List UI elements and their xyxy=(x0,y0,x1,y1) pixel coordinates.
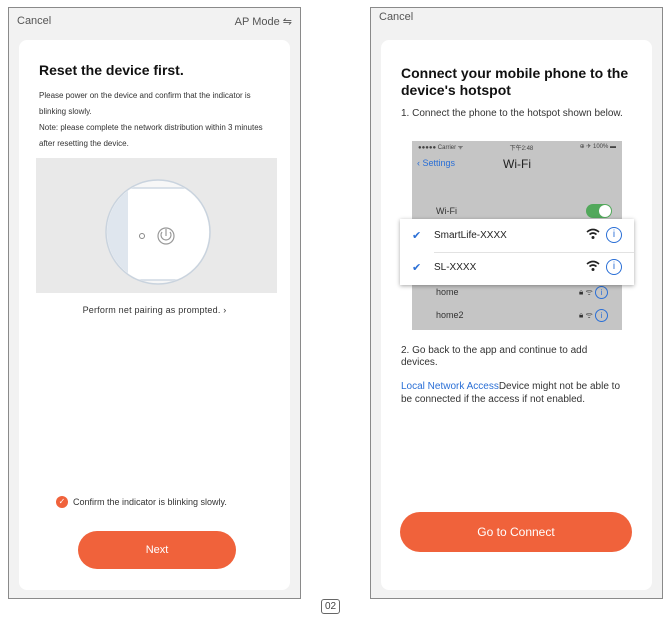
left-phone-screen: Cancel AP Mode ⇋ Reset the device first.… xyxy=(8,7,301,599)
status-bar: ●●●●● Carrier ᯤ 下午2:48 ⊕ ✈ 100% ▬ xyxy=(412,141,622,153)
go-to-connect-button[interactable]: Go to Connect xyxy=(400,512,632,552)
page-title: Reset the device first. xyxy=(39,62,184,78)
wifi-signal-icon xyxy=(586,228,600,239)
wifi-signal-icon xyxy=(586,260,600,271)
battery-text: ⊕ ✈ 100% ▬ xyxy=(579,144,616,150)
right-phone-screen: Cancel Connect your mobile phone to the … xyxy=(370,7,663,599)
page-title: Connect your mobile phone to the device'… xyxy=(401,65,629,98)
page-number: 02 xyxy=(321,599,341,614)
device-illustration xyxy=(36,158,277,293)
instructions: Please power on the device and confirm t… xyxy=(39,88,274,152)
local-network-notice: Local Network AccessDevice might not be … xyxy=(401,380,631,406)
local-network-access-link[interactable]: Local Network Access xyxy=(401,381,499,392)
hotspot-name: SL-XXXX xyxy=(434,262,477,273)
time-text: 下午2:48 xyxy=(509,146,534,152)
step-two-text: 2. Go back to the app and continue to ad… xyxy=(401,345,588,368)
settings-nav: ‹ Settings Wi-Fi xyxy=(412,153,622,175)
pairing-guide-link[interactable]: Perform net pairing as prompted. › xyxy=(19,305,290,315)
network-row: home 🔒︎ ᯤ i xyxy=(412,282,622,302)
wifi-title: Wi-Fi xyxy=(503,157,531,171)
wifi-settings-screenshot: ●●●●● Carrier ᯤ 下午2:48 ⊕ ✈ 100% ▬ ‹ Sett… xyxy=(400,141,634,330)
hotspot-row: ✔ SL-XXXX i xyxy=(400,252,634,284)
wifi-toggle xyxy=(586,204,612,218)
hotspot-row: ✔ SmartLife-XXXX i xyxy=(400,220,634,252)
cancel-button[interactable]: Cancel xyxy=(379,11,413,23)
confirm-checkbox[interactable]: ✓ Confirm the indicator is blinking slow… xyxy=(56,496,227,508)
next-button[interactable]: Next xyxy=(78,531,236,569)
lock-wifi-info-icons: 🔒︎ ᯤ i xyxy=(579,309,608,322)
content-card: Reset the device first. Please power on … xyxy=(19,40,290,590)
step-one-text: 1. Connect the phone to the hotspot show… xyxy=(401,108,623,119)
network-row: home2 🔒︎ ᯤ i xyxy=(412,305,622,325)
content-card: Connect your mobile phone to the device'… xyxy=(381,40,652,590)
instruction-text: Please power on the device and confirm t… xyxy=(39,91,251,116)
device-indicator-image xyxy=(105,179,211,285)
network-name: home xyxy=(436,287,459,297)
info-icon: i xyxy=(606,227,622,243)
cancel-button[interactable]: Cancel xyxy=(17,15,51,27)
checkmark-icon: ✔ xyxy=(412,262,422,274)
carrier-text: ●●●●● Carrier ᯤ xyxy=(418,145,464,151)
confirm-label: Confirm the indicator is blinking slowly… xyxy=(73,497,227,507)
top-bar: Cancel xyxy=(371,8,662,38)
wifi-toggle-row: Wi-Fi xyxy=(412,201,622,221)
ap-mode-switch[interactable]: AP Mode ⇋ xyxy=(235,15,292,28)
wifi-toggle-label: Wi-Fi xyxy=(436,206,457,216)
info-icon: i xyxy=(606,259,622,275)
hotspot-list-popup: ✔ SmartLife-XXXX i ✔ SL-XXXX i xyxy=(400,219,634,285)
note-text: Note: please complete the network distri… xyxy=(39,123,263,148)
checkmark-icon: ✔ xyxy=(412,230,422,242)
lock-wifi-info-icons: 🔒︎ ᯤ i xyxy=(579,286,608,299)
hotspot-name: SmartLife-XXXX xyxy=(434,230,507,241)
checkmark-icon: ✓ xyxy=(56,496,68,508)
top-bar: Cancel AP Mode ⇋ xyxy=(9,8,300,38)
network-name: home2 xyxy=(436,310,464,320)
